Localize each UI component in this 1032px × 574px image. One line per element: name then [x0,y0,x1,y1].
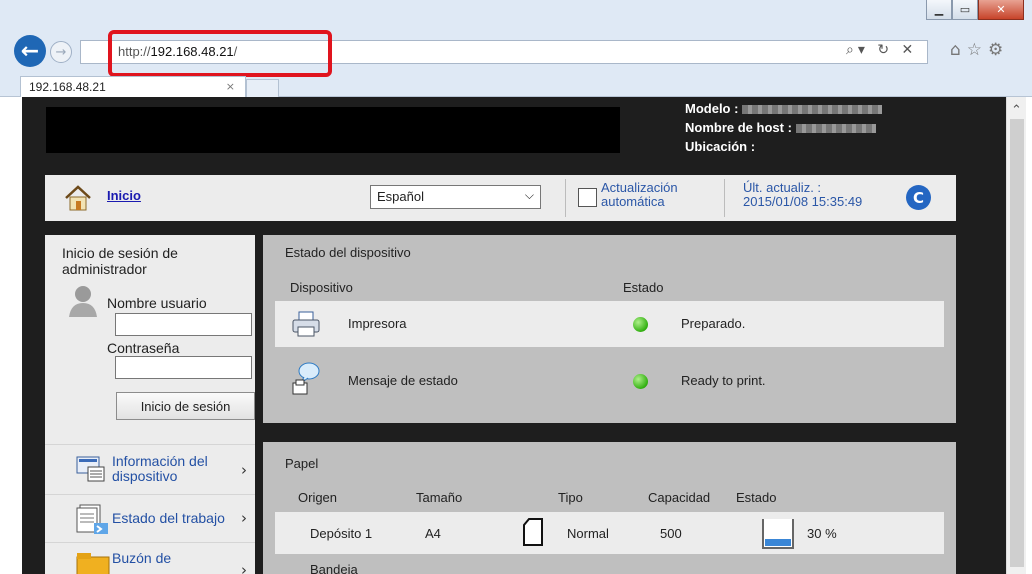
paper-level: 30 % [807,526,837,541]
top-bar: Inicio Español ⌵ Actualización automátic… [45,175,956,221]
paper-sheet-icon [523,518,543,546]
last-update-label: Últ. actualiz. : [743,180,822,195]
document-box-icon [76,553,110,574]
username-label: Nombre usuario [107,295,207,311]
back-button[interactable]: ← [14,35,46,67]
paper-capacity: 500 [660,526,682,541]
paper-origin: Depósito 1 [310,526,373,541]
menu-label-line1: Información del [112,453,208,469]
login-button[interactable]: Inicio de sesión [116,392,255,420]
last-update-value: 2015/01/08 15:35:49 [743,194,863,209]
logo-area [46,107,620,153]
auto-update-line2: automática [601,194,665,209]
host-value-redacted [795,124,876,134]
refresh-icon[interactable]: C [906,185,931,210]
model-value-redacted [742,105,883,115]
chevron-down-icon: ⌵ [524,188,534,202]
forward-button[interactable]: → [50,41,72,63]
menu-label: Información del dispositivo [112,454,208,484]
status-row-message: Mensaje de estado Ready to print. [275,358,944,404]
password-label: Contraseña [107,340,180,356]
auto-update-line1: Actualización [601,180,678,195]
device-status-panel: Estado del dispositivo Dispositivo Estad… [263,235,956,423]
chevron-right-icon: › [241,509,247,527]
divider [724,179,725,217]
auto-update-label: Actualización automática [601,181,678,209]
menu-item-device-info[interactable]: Información del dispositivo › [45,444,255,494]
address-tools[interactable]: ⌕▾ ↻ ✕ [846,42,917,58]
device-name: Impresora [348,316,407,331]
chevron-right-icon: › [241,461,247,479]
paper-origin: Bandeja [310,562,358,574]
chevron-right-icon: › [241,561,247,574]
paper-level-gauge [762,519,794,549]
device-state: Ready to print. [681,373,766,388]
paper-row: Bandeja [275,554,944,574]
scroll-up-icon[interactable]: ⌃ [1011,103,1022,118]
status-message-icon [292,362,320,395]
user-icon [69,286,97,317]
paper-row: Depósito 1 A4 Normal 500 30 % [275,512,944,554]
close-window-button[interactable]: ✕ [978,0,1024,20]
login-title-line1: Inicio de sesión de [62,245,178,261]
paper-title: Papel [285,456,319,471]
divider [565,179,566,217]
col-status: Estado [623,280,664,295]
col-size: Tamaño [416,490,463,505]
job-status-icon [76,504,108,534]
login-panel: Inicio de sesión de administrador Nombre… [45,235,255,574]
language-value: Español [377,189,424,204]
menu-label: Buzón de [112,550,172,566]
device-info-icon [76,456,105,482]
model-label: Modelo : [685,101,739,116]
status-ok-icon [633,317,648,332]
device-state: Preparado. [681,316,746,331]
printer-icon [292,311,320,337]
login-title: Inicio de sesión de administrador [62,245,178,277]
home-link[interactable]: Inicio [107,188,141,203]
status-row-printer: Impresora Preparado. [275,301,944,347]
device-info: Modelo : Nombre de host : Ubicación : [685,99,883,156]
home-icon[interactable] [63,185,93,211]
web-page: Modelo : Nombre de host : Ubicación : In… [0,97,1032,574]
col-device: Dispositivo [290,280,353,295]
password-input[interactable] [115,356,252,379]
tab-close-icon[interactable]: × [226,80,235,93]
window-controls: ▁ ▭ ✕ [926,0,1024,20]
vertical-scrollbar[interactable]: ⌃ [1006,97,1026,574]
device-name: Mensaje de estado [348,373,458,388]
col-paper-status: Estado [736,490,777,505]
url-highlight-box [108,30,332,77]
col-origin: Origen [298,490,338,505]
auto-update-checkbox[interactable] [578,188,597,207]
minimize-button[interactable]: ▁ [926,0,952,20]
menu-label: Estado del trabajo [112,510,225,526]
host-label: Nombre de host : [685,120,792,135]
menu-item-document-box[interactable]: Buzón de › [45,542,255,574]
paper-panel: Papel Origen Tamaño Tipo Capacidad Estad… [263,442,956,574]
menu-label-line2: dispositivo [112,468,178,484]
col-type: Tipo [558,490,583,505]
last-update: Últ. actualiz. : 2015/01/08 15:35:49 [743,181,862,209]
language-select[interactable]: Español ⌵ [370,185,541,209]
tab-title: 192.168.48.21 [29,80,106,94]
username-input[interactable] [115,313,252,336]
new-tab-button[interactable] [246,79,279,98]
toolbar-icons[interactable]: ⌂☆⚙ [950,40,1009,60]
paper-size: A4 [425,526,441,541]
login-title-line2: administrador [62,261,147,277]
menu-item-job-status[interactable]: Estado del trabajo › [45,494,255,542]
paper-type: Normal [567,526,609,541]
browser-tab[interactable]: 192.168.48.21 × [20,76,246,98]
status-ok-icon [633,374,648,389]
col-capacity: Capacidad [648,490,711,505]
browser-chrome: ▁ ▭ ✕ ← → http://192.168.48.21/ ⌕▾ ↻ ✕ ⌂… [0,0,1032,98]
scroll-thumb[interactable] [1010,119,1024,567]
device-status-title: Estado del dispositivo [285,245,411,260]
location-label: Ubicación : [685,139,756,154]
maximize-button[interactable]: ▭ [952,0,978,20]
